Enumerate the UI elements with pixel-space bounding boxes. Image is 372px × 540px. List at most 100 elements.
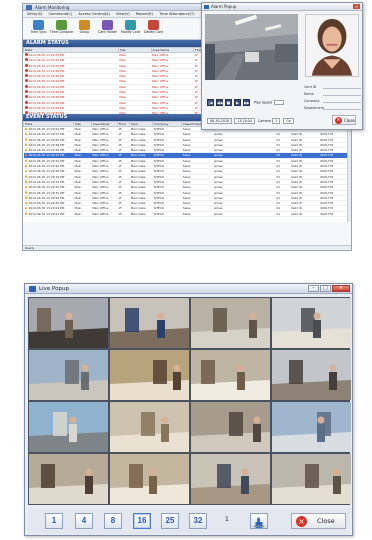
field-label: Department — [304, 105, 324, 110]
camera-tile[interactable] — [191, 402, 270, 452]
field-label: Name — [304, 91, 314, 96]
cell-text: Main — [74, 164, 82, 169]
event-scrollbar[interactable] — [347, 121, 351, 222]
camera-feed-icon — [272, 298, 351, 348]
camera-tile[interactable] — [272, 454, 351, 504]
split-8-button[interactable]: 8 — [104, 513, 122, 529]
cell-text: james — [214, 169, 223, 174]
toolbar-button[interactable]: Time Compare — [50, 20, 73, 38]
menu-item[interactable]: View(V) — [116, 11, 130, 17]
cell-text: 1F — [118, 164, 122, 169]
cell-text: Main — [74, 195, 82, 200]
playback-button[interactable]: ■ — [225, 99, 232, 106]
toolbar-icon — [102, 20, 113, 30]
cell-text: Main Gate — [130, 169, 146, 174]
time-field[interactable]: 13:29:54 — [234, 118, 255, 124]
person-photo-icon — [306, 15, 358, 76]
cell-text: SITECO — [153, 169, 165, 174]
cell-text: Main Office — [92, 148, 109, 153]
maximize-icon[interactable]: □ — [320, 285, 331, 292]
table-cell: 2010-06-30 13:29:22 PM — [23, 211, 74, 218]
status-icon — [24, 58, 28, 62]
cell-text: 1F — [118, 127, 122, 131]
playback-button[interactable]: ◀◀ — [216, 99, 223, 106]
camera-tile[interactable] — [110, 454, 189, 504]
camera-tile[interactable] — [110, 350, 189, 400]
camera-tile[interactable] — [110, 402, 189, 452]
menu-item[interactable]: Report(R) — [136, 11, 153, 17]
status-icon — [24, 153, 28, 157]
menu-item[interactable]: Access Control(A) — [78, 11, 110, 17]
menu-item[interactable]: Command(C) — [49, 11, 73, 17]
camera-tile[interactable] — [29, 350, 108, 400]
camera-tile[interactable] — [191, 298, 270, 348]
split-1-button[interactable]: 1 — [45, 513, 63, 529]
cell-text: Main — [74, 169, 82, 174]
camera-select[interactable]: 1 — [272, 118, 281, 124]
play-speed-select[interactable] — [274, 100, 285, 105]
cell-text: Main Gate — [130, 142, 146, 147]
camera-tile[interactable] — [272, 298, 351, 348]
table-row[interactable]: 2010-06-30 13:29:22 PM Main Main Office 1F M… — [23, 211, 351, 218]
playback-button[interactable]: ▶ — [234, 99, 241, 106]
toolbar-button[interactable]: Delete Card — [144, 20, 163, 38]
cell-text: Main Gate — [130, 174, 146, 179]
cell-text: Main Office — [152, 79, 169, 84]
date-field[interactable]: 06-30-2010 — [207, 118, 233, 124]
cell-text: Valid ID — [291, 137, 303, 142]
live-close-button[interactable]: × Close — [291, 513, 346, 529]
hand-pointer-icon[interactable] — [250, 513, 268, 529]
cell-text: 1F — [194, 74, 199, 79]
cell-text: Sales — [182, 211, 191, 216]
toolbar-button[interactable]: Time Sync — [29, 20, 48, 38]
popup-close-icon[interactable]: × — [353, 4, 360, 9]
table-cell: 2010-06-30 13:29:32 PM — [23, 110, 119, 114]
event-table-wrap[interactable]: Date Site Area Name Floor Door Company Departm… — [23, 121, 351, 222]
cell-text: Main Office — [92, 127, 109, 131]
camera-tile[interactable] — [29, 298, 108, 348]
menu-item[interactable]: Time Attendance(T) — [159, 11, 195, 17]
playback-button[interactable]: |◀ — [207, 99, 214, 106]
cell-text: Main Office — [152, 105, 169, 110]
minimize-icon[interactable]: – — [308, 285, 319, 292]
camera-tile[interactable] — [272, 402, 351, 452]
menu-item[interactable]: Setup(S) — [27, 11, 43, 17]
field-label: Card ID — [304, 84, 317, 89]
cell-text: Sales — [182, 174, 191, 179]
split-32-button[interactable]: 32 — [189, 513, 207, 529]
cell-text: Main Office — [92, 158, 109, 163]
cell-text: Main — [74, 201, 82, 206]
camera-tile[interactable] — [29, 454, 108, 504]
cell-text: james — [214, 206, 223, 211]
cell-text: 0001778 — [320, 206, 334, 211]
cell-text: james — [214, 185, 223, 190]
cell-text: 2010-06-30 13:29:54 PM — [28, 53, 65, 57]
playback-button[interactable]: ▶▶ — [243, 99, 250, 106]
toolbar-button[interactable]: Card Holder — [98, 20, 117, 38]
cell-text: james — [214, 190, 223, 195]
popup-close-button[interactable]: × Close — [332, 115, 356, 125]
table-cell: james — [213, 211, 245, 218]
cell-text: 2010-06-30 13:29:36 PM — [28, 174, 65, 179]
toolbar-button[interactable]: Modify Card — [121, 20, 140, 38]
camera-tile[interactable] — [110, 298, 189, 348]
camera-tile[interactable] — [29, 402, 108, 452]
window-close-icon[interactable]: × — [332, 285, 350, 292]
search-button[interactable]: Go — [283, 118, 294, 124]
cardholder-fields: Card ID Name Company Department — [304, 83, 361, 111]
split-16-button[interactable]: 16 — [133, 513, 151, 529]
cell-text: Main Office — [92, 179, 109, 184]
camera-tile[interactable] — [272, 350, 351, 400]
cell-text: Valid ID — [291, 174, 303, 179]
cell-text: 0001778 — [320, 158, 334, 163]
cardholder-field: Name — [304, 90, 361, 97]
cell-text: james — [214, 195, 223, 200]
field-value — [323, 85, 361, 89]
camera-tile[interactable] — [191, 350, 270, 400]
split-25-button[interactable]: 25 — [161, 513, 179, 529]
toolbar-button[interactable]: Group — [75, 20, 94, 38]
split-4-button[interactable]: 4 — [75, 513, 93, 529]
cell-text: Main — [74, 132, 82, 137]
table-cell: Main Gate — [129, 211, 153, 218]
camera-tile[interactable] — [191, 454, 270, 504]
